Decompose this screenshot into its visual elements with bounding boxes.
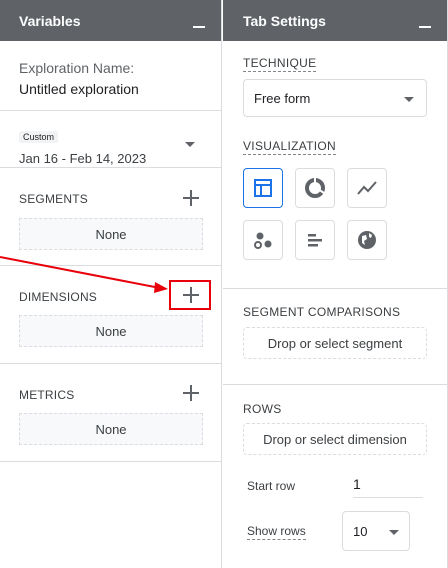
tab-settings-panel: Tab Settings TECHNIQUE Free form VISUALI… [223,0,448,568]
bar-chart-icon [308,234,322,247]
technique-visualization-section: TECHNIQUE Free form VISUALIZATION [223,41,447,289]
tab-settings-title: Tab Settings [243,12,326,29]
segment-drop-zone[interactable]: Drop or select segment [243,327,427,359]
bar-viz-button[interactable] [295,220,335,260]
start-row-input[interactable]: 1 [353,476,423,498]
scatter-plot-icon [254,232,272,249]
show-rows-value: 10 [353,523,368,539]
donut-chart-icon [305,178,325,198]
tab-settings-header: Tab Settings [223,0,447,41]
scatter-viz-button[interactable] [243,220,283,260]
technique-select[interactable]: Free form [243,79,427,117]
highlight-box [169,280,211,310]
geo-viz-button[interactable] [347,220,387,260]
rows-label: ROWS [243,402,282,416]
chevron-down-icon [404,97,414,102]
segment-comparisons-label: SEGMENT COMPARISONS [243,305,401,319]
table-icon [254,179,272,197]
line-viz-button[interactable] [347,168,387,208]
dimension-drop-zone[interactable]: Drop or select dimension [243,423,427,455]
rows-section: ROWS Drop or select dimension Start row … [223,385,447,568]
line-chart-icon [357,181,377,195]
minimize-icon[interactable] [419,26,431,28]
geo-map-icon [358,231,376,249]
segment-comparisons-section: SEGMENT COMPARISONS Drop or select segme… [223,289,447,385]
chevron-down-icon [389,530,399,535]
donut-viz-button[interactable] [295,168,335,208]
show-rows-label: Show rows [247,524,306,540]
technique-value: Free form [254,90,311,106]
technique-label: TECHNIQUE [243,56,317,72]
table-viz-button[interactable] [243,168,283,208]
visualization-label: VISUALIZATION [243,139,337,155]
start-row-label: Start row [247,479,296,493]
show-rows-select[interactable]: 10 [342,511,410,551]
